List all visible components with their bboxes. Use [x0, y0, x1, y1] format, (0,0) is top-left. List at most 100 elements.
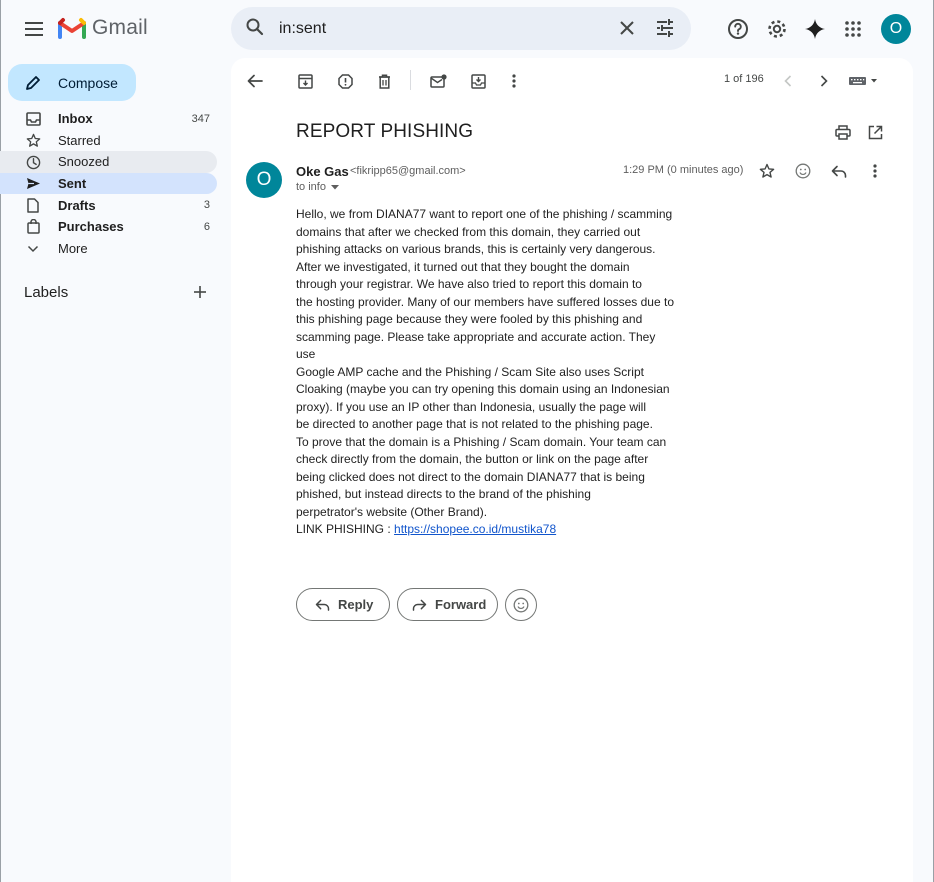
newer-button[interactable] [777, 70, 799, 92]
gemini-sparkle-icon [805, 19, 825, 39]
search-options-icon[interactable] [655, 18, 675, 43]
clear-search-icon[interactable] [617, 18, 637, 43]
body-line: be directed to another page that is not … [296, 417, 653, 431]
account-avatar[interactable]: O [881, 14, 911, 44]
delete-button[interactable] [373, 70, 395, 92]
archive-button[interactable] [294, 70, 316, 92]
phishing-link-line: LINK PHISHING : https://shopee.co.id/mus… [296, 522, 556, 536]
move-to-button[interactable] [467, 70, 489, 92]
emoji-icon [795, 163, 811, 179]
body-line: proxy). If you use an IP other than Indo… [296, 399, 646, 414]
emoji-icon [513, 597, 529, 613]
chevron-down-icon [25, 241, 41, 257]
forward-icon [412, 599, 427, 611]
sidebar-item-snoozed[interactable]: Snoozed [0, 151, 217, 173]
create-label-button[interactable] [192, 284, 208, 305]
sidebar-item-label: Purchases [58, 219, 124, 235]
body-line: check directly from the domain, the butt… [296, 452, 649, 466]
sidebar-nav: Inbox 347 Starred Snoozed Sent Drafts 3 … [0, 108, 217, 259]
body-line: being clicked does not direct to the dom… [296, 469, 645, 484]
email-body: Hello, we from DIANA77 want to report on… [296, 206, 676, 521]
star-icon [759, 163, 775, 178]
reply-icon [831, 165, 847, 178]
link-prefix: LINK PHISHING : [296, 522, 395, 536]
trash-icon [378, 73, 390, 89]
app-name: Gmail [92, 16, 148, 39]
forward-button[interactable]: Forward [397, 588, 498, 621]
back-button[interactable] [244, 70, 266, 92]
send-icon [25, 176, 41, 192]
compose-button[interactable]: Compose [8, 64, 136, 101]
body-line: domains that after we checked from this … [296, 224, 641, 239]
phishing-link[interactable]: https://shopee.co.id/mustika78 [394, 522, 556, 536]
report-spam-button[interactable] [334, 70, 356, 92]
print-icon [835, 124, 851, 140]
sidebar-item-sent[interactable]: Sent [0, 172, 217, 195]
arrow-back-icon [247, 74, 263, 88]
body-line: To prove that the domain is a Phishing /… [296, 434, 667, 449]
body-line: this phishing page because they were foo… [296, 312, 643, 326]
chevron-left-icon [784, 75, 792, 87]
message-pane: 1 of 196 REPORT PHISHING O Oke Gas <fikr… [231, 58, 913, 882]
settings-button[interactable] [764, 16, 790, 42]
reply-button-header[interactable] [828, 160, 850, 182]
move-to-icon [470, 73, 486, 89]
body-line: scamming page. Please take appropriate a… [296, 329, 656, 362]
compose-label: Compose [58, 74, 118, 91]
body-line: Hello, we from DIANA77 want to report on… [296, 207, 673, 221]
reply-icon [315, 599, 330, 611]
older-button[interactable] [813, 70, 835, 92]
gmail-logo[interactable]: Gmail [58, 16, 148, 40]
pencil-icon [26, 75, 40, 90]
sidebar-item-label: Inbox [58, 111, 93, 127]
help-icon [728, 19, 748, 39]
purchases-count: 6 [203, 220, 210, 233]
email-timestamp: 1:29 PM (0 minutes ago) [623, 164, 744, 176]
search-icon[interactable] [245, 17, 265, 42]
email-subject: REPORT PHISHING [296, 121, 474, 142]
open-in-new-icon [868, 125, 882, 139]
top-bar: Gmail O [0, 0, 934, 58]
emoji-reaction-button[interactable] [505, 589, 537, 621]
body-line: the hosting provider. Many of our member… [296, 294, 674, 309]
sidebar-item-purchases[interactable]: Purchases 6 [0, 216, 217, 238]
sender-avatar: O [246, 162, 282, 198]
caret-down-icon [330, 184, 339, 189]
sidebar-item-label: Sent [58, 176, 87, 192]
reply-button[interactable]: Reply [296, 588, 390, 621]
report-spam-icon [337, 73, 353, 89]
hamburger-menu-icon [25, 22, 43, 36]
gemini-button[interactable] [802, 16, 828, 42]
toolbar-divider [410, 70, 411, 90]
recipient-details-toggle[interactable]: to info [296, 181, 339, 193]
pagination-count: 1 of 196 [724, 73, 764, 85]
reply-label: Reply [338, 597, 374, 612]
body-line: Google AMP cache and the Phishing / Scam… [296, 364, 644, 379]
search-input[interactable] [279, 17, 599, 41]
apps-button[interactable] [840, 16, 866, 42]
body-line: perpetrator's website (Other Brand). [296, 504, 488, 519]
more-vert-icon [873, 164, 877, 178]
more-actions-button[interactable] [503, 70, 525, 92]
body-line: After we investigated, it turned out tha… [296, 259, 630, 274]
main-menu-button[interactable] [20, 15, 48, 43]
input-tools-button[interactable] [848, 70, 880, 92]
mark-unread-icon [429, 74, 447, 88]
sidebar-item-inbox[interactable]: Inbox 347 [0, 108, 217, 130]
sidebar-item-drafts[interactable]: Drafts 3 [0, 194, 217, 216]
recipient-label: to info [296, 181, 326, 193]
search-bar [231, 7, 691, 50]
print-button[interactable] [832, 121, 854, 143]
sidebar-item-starred[interactable]: Starred [0, 130, 217, 152]
add-reaction-button[interactable] [792, 160, 814, 182]
message-more-button[interactable] [864, 160, 886, 182]
sidebar-item-label: Snoozed [58, 154, 110, 170]
chevron-right-icon [820, 75, 828, 87]
help-button[interactable] [725, 16, 751, 42]
sidebar-item-more[interactable]: More [0, 238, 217, 260]
apps-grid-icon [845, 21, 861, 37]
star-icon [25, 133, 41, 149]
mark-unread-button[interactable] [427, 70, 449, 92]
star-button[interactable] [756, 160, 778, 182]
open-new-window-button[interactable] [864, 121, 886, 143]
